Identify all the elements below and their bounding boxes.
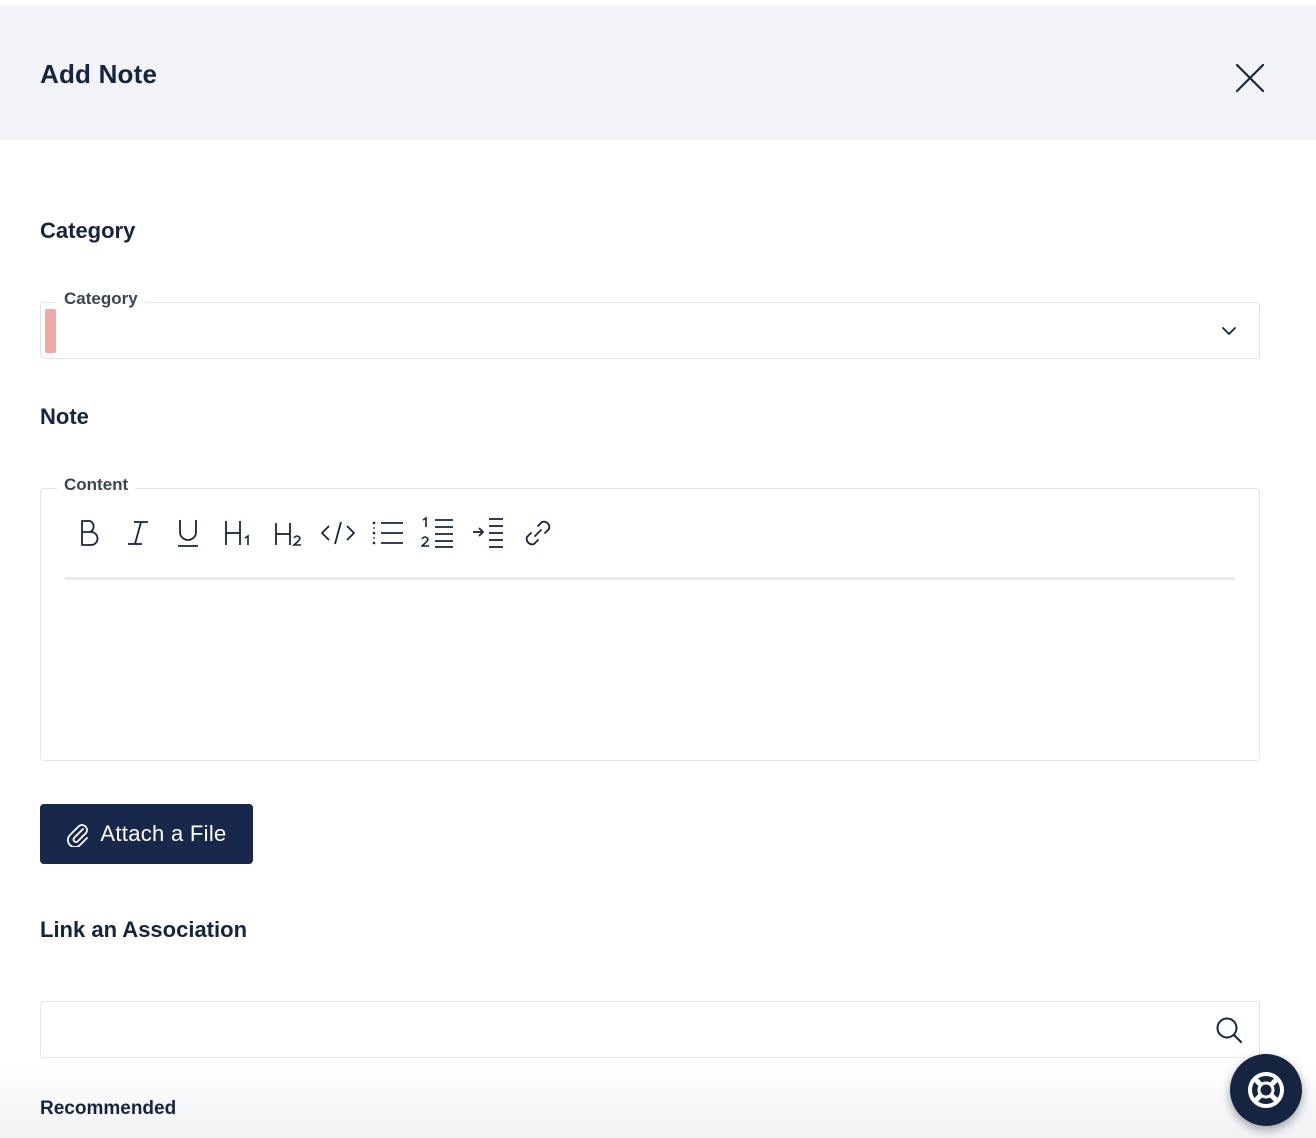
attach-file-label: Attach a File <box>100 821 227 846</box>
content-field-label: Content <box>57 475 136 495</box>
recommended-heading: Recommended <box>40 1098 177 1119</box>
required-indicator <box>45 309 56 353</box>
numbered-list-button[interactable] <box>413 515 463 551</box>
bold-button[interactable] <box>63 515 113 551</box>
heading-1-button[interactable] <box>213 515 263 551</box>
search-icon[interactable] <box>1215 1016 1243 1044</box>
underline-icon <box>178 520 198 547</box>
link-button[interactable] <box>513 515 563 551</box>
category-field-label: Category <box>57 289 145 309</box>
bullet-list-button[interactable] <box>363 515 413 551</box>
indent-icon <box>473 518 503 548</box>
heading-1-icon <box>225 521 249 545</box>
bullet-list-icon <box>372 521 403 545</box>
numbered-list-icon <box>421 516 453 548</box>
category-heading: Category <box>40 218 136 243</box>
lifebuoy-icon <box>1248 1072 1284 1108</box>
modal-header: Add Note <box>0 6 1316 140</box>
code-button[interactable] <box>313 515 363 551</box>
association-search-field <box>40 1001 1260 1058</box>
underline-button[interactable] <box>163 515 213 551</box>
bottom-fade <box>0 1062 1316 1138</box>
chevron-down-icon <box>1222 327 1236 335</box>
content-editor: Content <box>40 475 1260 761</box>
heading-2-button[interactable] <box>263 515 313 551</box>
association-heading: Link an Association <box>40 917 248 942</box>
italic-icon <box>128 521 148 545</box>
toolbar-divider <box>65 577 1235 580</box>
content-textarea[interactable] <box>65 589 1235 750</box>
association-search-input[interactable] <box>41 1002 1191 1056</box>
italic-button[interactable] <box>113 515 163 551</box>
heading-2-icon <box>275 523 301 546</box>
category-select[interactable]: Category <box>40 289 1260 359</box>
close-icon <box>1235 63 1265 93</box>
editor-toolbar <box>63 515 563 551</box>
indent-button[interactable] <box>463 515 513 551</box>
modal-title: Add Note <box>40 59 158 89</box>
paperclip-icon <box>67 824 89 847</box>
note-heading: Note <box>40 404 89 429</box>
help-button[interactable] <box>1230 1054 1302 1126</box>
code-icon <box>321 521 355 545</box>
link-icon <box>525 520 551 546</box>
bold-icon <box>81 520 99 546</box>
close-button[interactable] <box>1230 58 1270 98</box>
attach-file-button[interactable]: Attach a File <box>40 804 253 864</box>
